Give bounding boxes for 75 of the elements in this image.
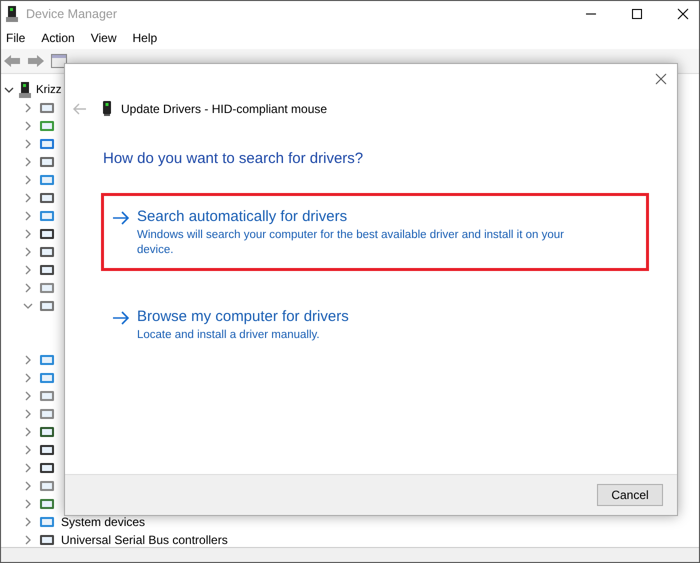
device-icon xyxy=(39,388,55,404)
expand-icon[interactable] xyxy=(23,391,33,401)
expand-icon[interactable] xyxy=(23,265,33,275)
option-description: Locate and install a driver manually. xyxy=(137,328,321,343)
tree-item[interactable]: System devices xyxy=(61,515,146,529)
arrow-icon xyxy=(112,211,130,225)
expand-icon[interactable] xyxy=(23,517,33,527)
expand-icon[interactable] xyxy=(23,103,33,113)
forward-icon[interactable] xyxy=(27,54,45,68)
device-icon xyxy=(39,496,55,512)
device-icon xyxy=(39,514,55,530)
expand-icon[interactable] xyxy=(23,409,33,419)
expand-icon[interactable] xyxy=(23,247,33,257)
close-icon[interactable] xyxy=(677,8,689,20)
expand-icon[interactable] xyxy=(23,463,33,473)
device-icon xyxy=(39,118,55,134)
expand-icon[interactable] xyxy=(23,157,33,167)
dialog-title: Update Drivers - HID-compliant mouse xyxy=(121,102,328,116)
dialog-heading: How do you want to search for drivers? xyxy=(103,150,364,167)
expand-icon[interactable] xyxy=(23,175,33,185)
device-icon xyxy=(39,460,55,476)
device-icon xyxy=(39,406,55,422)
arrow-icon xyxy=(112,311,130,325)
option-title: Search automatically for drivers xyxy=(137,208,348,225)
device-icon xyxy=(39,244,55,260)
expand-icon[interactable] xyxy=(23,481,33,491)
app-icon xyxy=(6,6,18,22)
expand-icon[interactable] xyxy=(23,499,33,509)
device-icon xyxy=(39,172,55,188)
expand-icon[interactable] xyxy=(23,139,33,149)
option-description: Windows will search your computer for the best available driver and install it on your device. xyxy=(137,228,565,258)
expand-icon[interactable] xyxy=(23,193,33,203)
expand-icon[interactable] xyxy=(23,427,33,437)
device-icon xyxy=(39,208,55,224)
device-icon xyxy=(39,442,55,458)
collapse-icon[interactable] xyxy=(4,85,14,95)
device-icon xyxy=(39,136,55,152)
device-icon xyxy=(103,101,111,116)
device-icon xyxy=(39,370,55,386)
expand-icon[interactable] xyxy=(23,373,33,383)
menu-item[interactable]: Help xyxy=(132,31,158,45)
properties-icon[interactable] xyxy=(51,54,67,68)
expand-icon[interactable] xyxy=(23,355,33,365)
window-title: Device Manager xyxy=(26,7,118,21)
expand-icon[interactable] xyxy=(23,283,33,293)
device-icon xyxy=(39,532,55,548)
back-icon[interactable] xyxy=(73,102,87,114)
device-icon xyxy=(39,352,55,368)
back-icon[interactable] xyxy=(3,54,21,68)
tree-item[interactable]: Krizz xyxy=(36,84,62,96)
search-option[interactable]: Search automatically for drivers Windows will search your computer for the best available driver and install it on your device. xyxy=(101,193,649,271)
option-title: Browse my computer for drivers xyxy=(137,308,349,325)
expand-icon[interactable] xyxy=(23,445,33,455)
device-icon xyxy=(39,280,55,296)
menu-item[interactable]: View xyxy=(90,31,116,45)
tree-item[interactable]: Universal Serial Bus controllers xyxy=(61,533,228,547)
device-icon xyxy=(39,478,55,494)
search-option[interactable]: Browse my computer for drivers Locate and install a driver manually. xyxy=(101,293,649,356)
computer-icon xyxy=(18,82,32,98)
menu-item[interactable]: Action xyxy=(41,31,75,45)
close-icon[interactable] xyxy=(655,73,667,85)
expand-icon[interactable] xyxy=(23,211,33,221)
menu-item[interactable]: File xyxy=(6,31,26,45)
maximize-icon[interactable] xyxy=(631,8,643,20)
cancel-button[interactable]: Cancel xyxy=(597,484,663,506)
device-icon xyxy=(39,226,55,242)
device-icon xyxy=(39,154,55,170)
device-icon xyxy=(39,190,55,206)
device-icon xyxy=(39,424,55,440)
expand-icon[interactable] xyxy=(23,535,33,545)
expand-icon[interactable] xyxy=(23,121,33,131)
expand-icon[interactable] xyxy=(23,229,33,239)
device-icon xyxy=(39,262,55,278)
device-icon xyxy=(39,100,55,116)
device-icon xyxy=(39,298,55,314)
